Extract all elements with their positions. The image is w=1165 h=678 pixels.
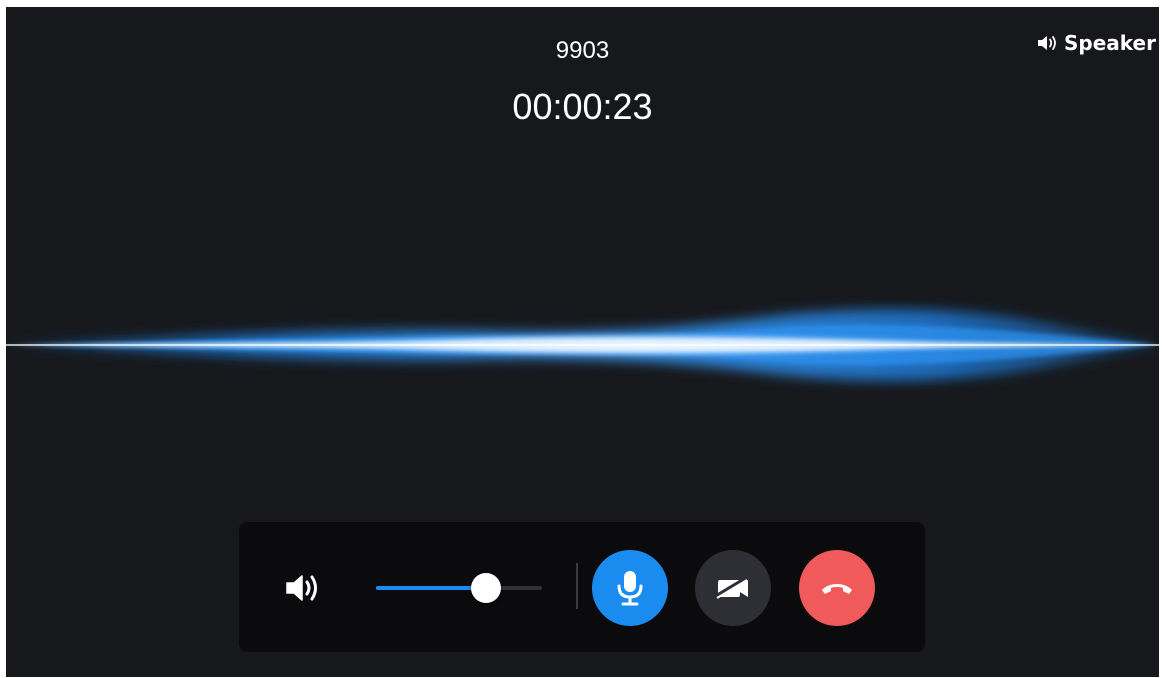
volume-slider[interactable] [376,568,542,608]
caller-number: 9903 [555,37,610,64]
phone-hangup-icon [819,578,855,598]
hang-up-button[interactable] [799,550,875,626]
audio-waveform [6,309,1159,381]
call-control-bar [239,522,925,652]
call-screen: 9903 00:00:23 Speaker [6,7,1159,677]
video-camera-icon [713,572,753,604]
call-duration: 00:00:23 [512,86,653,127]
volume-slider-fill [376,586,486,590]
toggle-video-button[interactable] [695,550,771,626]
volume-slider-thumb[interactable] [470,573,501,603]
control-divider [576,563,578,609]
speaker-label: Speaker [1064,31,1156,55]
mute-microphone-button[interactable] [592,550,668,626]
speaker-mode-indicator: Speaker [1037,31,1156,55]
speaker-icon [1037,34,1059,52]
volume-icon[interactable] [283,568,323,608]
microphone-icon [614,568,646,608]
